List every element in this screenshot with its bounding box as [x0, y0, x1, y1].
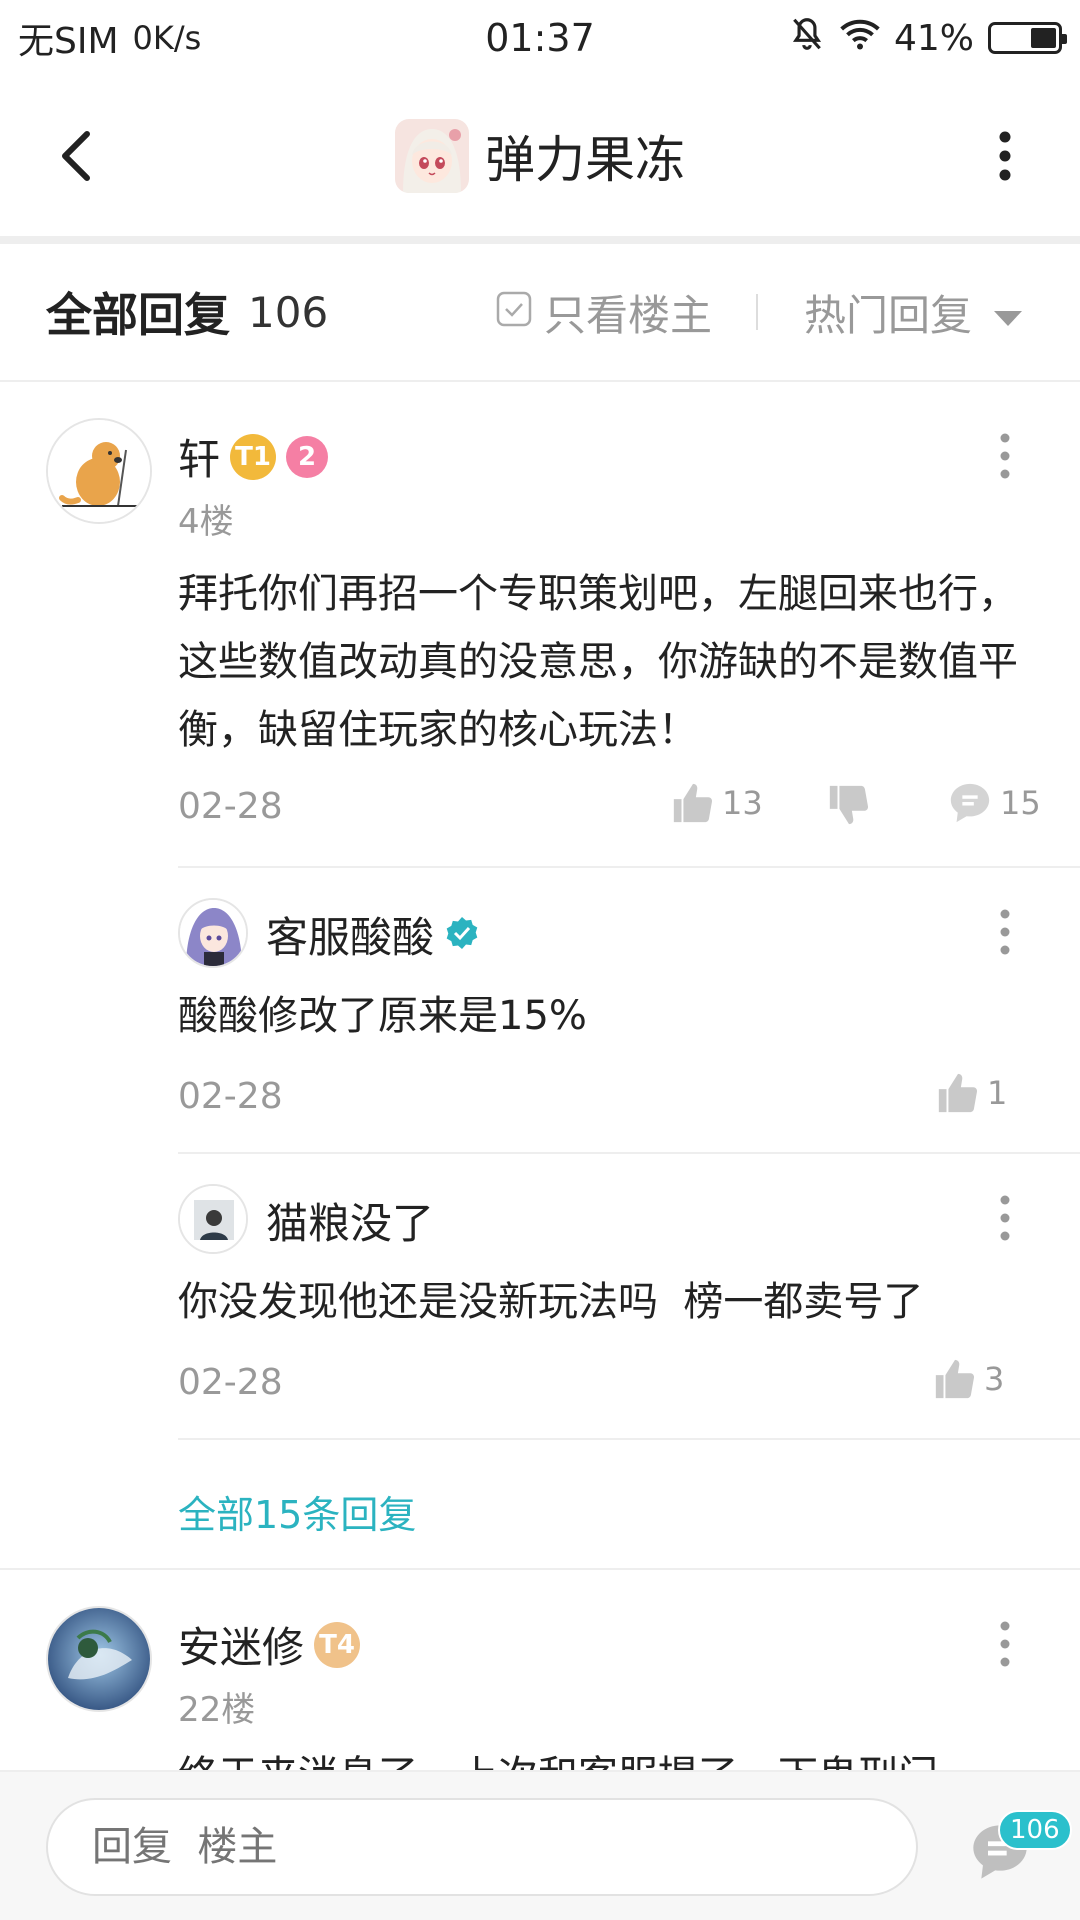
comment-date: 02-28 [178, 786, 283, 827]
name-row: 客服酸酸 [266, 904, 480, 965]
carrier-label: 无SIM [18, 21, 119, 62]
comment-content: 终于来消息了，上次和客服提了一下鬼刑门 [178, 1742, 1038, 1770]
rank-badge-icon: 2 [286, 435, 329, 478]
checkbox-icon [496, 288, 532, 337]
divider [178, 1438, 1080, 1440]
avatar[interactable] [178, 898, 248, 968]
more-vertical-icon[interactable] [985, 426, 1025, 486]
back-chevron-icon[interactable] [40, 121, 110, 191]
status-right: 41% [788, 15, 1067, 62]
reply-count: 15 [1000, 784, 1041, 822]
username[interactable]: 安迷修 [178, 1614, 304, 1675]
name-row: 轩 T1 2 [178, 426, 329, 487]
network-speed: 0K/s [132, 19, 202, 57]
all-replies-label: 全部回复 [46, 288, 230, 342]
sort-dropdown[interactable]: 热门回复 [804, 282, 1022, 343]
divider [178, 1152, 1080, 1154]
username[interactable]: 客服酸酸 [266, 904, 434, 965]
comment-content: 拜托你们再招一个专职策划吧，左腿回来也行，这些数值改动真的没意思，你游缺的不是数… [178, 571, 1018, 753]
view-all-replies-link[interactable]: 全部15条回复 [178, 1484, 416, 1539]
like-button[interactable]: 13 [670, 780, 763, 826]
like-count: 3 [984, 1360, 1005, 1398]
only-op-label: 只看楼主 [543, 290, 712, 340]
divider [178, 866, 1080, 868]
avatar[interactable] [46, 1606, 152, 1712]
wifi-icon [840, 17, 880, 60]
reply-date: 02-28 [178, 1362, 283, 1403]
like-count: 1 [987, 1074, 1008, 1112]
battery-percent: 41% [893, 17, 974, 59]
name-row: 猫粮没了 [266, 1190, 434, 1251]
reply-content: 酸酸修改了原来是15% [178, 993, 587, 1039]
username[interactable]: 猫粮没了 [266, 1190, 434, 1251]
reply-count: 106 [248, 287, 329, 337]
avatar[interactable] [46, 418, 152, 524]
battery-fill [1030, 28, 1056, 48]
more-vertical-icon[interactable] [985, 1614, 1025, 1674]
reply-content: 你没发现他还是没新玩法吗 榜一都卖号了 [178, 1279, 924, 1325]
filter-separator [755, 294, 758, 330]
header-divider [0, 236, 1080, 244]
dislike-button[interactable] [826, 782, 872, 828]
page-title: 弹力果冻 [485, 131, 685, 189]
floor-label: 4楼 [178, 502, 234, 542]
username[interactable]: 轩 [178, 426, 220, 487]
comment-item: 安迷修 T4 22楼 终于来消息了，上次和客服提了一下鬼刑门 [0, 1570, 1080, 1770]
battery-icon [988, 22, 1067, 54]
reply-input[interactable] [46, 1798, 918, 1896]
more-vertical-icon[interactable] [985, 1188, 1025, 1248]
filter-bar: 全部回复 106 只看楼主 热门回复 [0, 244, 1080, 382]
more-vertical-icon[interactable] [985, 902, 1025, 962]
like-count: 13 [722, 784, 763, 822]
reply-button[interactable]: 15 [946, 780, 1041, 826]
status-left: 无SIM 0K/s [18, 12, 201, 64]
mute-bell-icon [788, 15, 826, 62]
name-row: 安迷修 T4 [178, 1614, 361, 1675]
comment-count-badge: 106 [998, 1810, 1072, 1850]
avatar[interactable] [178, 1184, 248, 1254]
bottom-reply-bar: 106 [0, 1770, 1080, 1920]
sort-label: 热门回复 [803, 290, 972, 340]
floor-label: 22楼 [178, 1690, 256, 1730]
top-navigation-bar: 弹力果冻 [0, 76, 1080, 236]
status-bar: 无SIM 0K/s 41% [0, 0, 1080, 76]
level-badge-icon: T4 [314, 1621, 361, 1668]
only-op-toggle[interactable]: 只看楼主 [496, 282, 712, 343]
board-avatar [395, 119, 469, 193]
dropdown-triangle-icon [994, 288, 1022, 337]
header-center[interactable]: 弹力果冻 [395, 119, 685, 193]
verified-check-icon [444, 915, 480, 955]
more-vertical-icon[interactable] [970, 121, 1040, 191]
reply-date: 02-28 [178, 1076, 283, 1117]
like-button[interactable]: 3 [932, 1356, 1004, 1402]
like-button[interactable]: 1 [935, 1070, 1007, 1116]
comment-item: 轩 T1 2 4楼 拜托你们再招一个专职策划吧，左腿回来也行，这些数值改动真的没… [0, 382, 1080, 1572]
level-badge-icon: T1 [230, 433, 277, 480]
